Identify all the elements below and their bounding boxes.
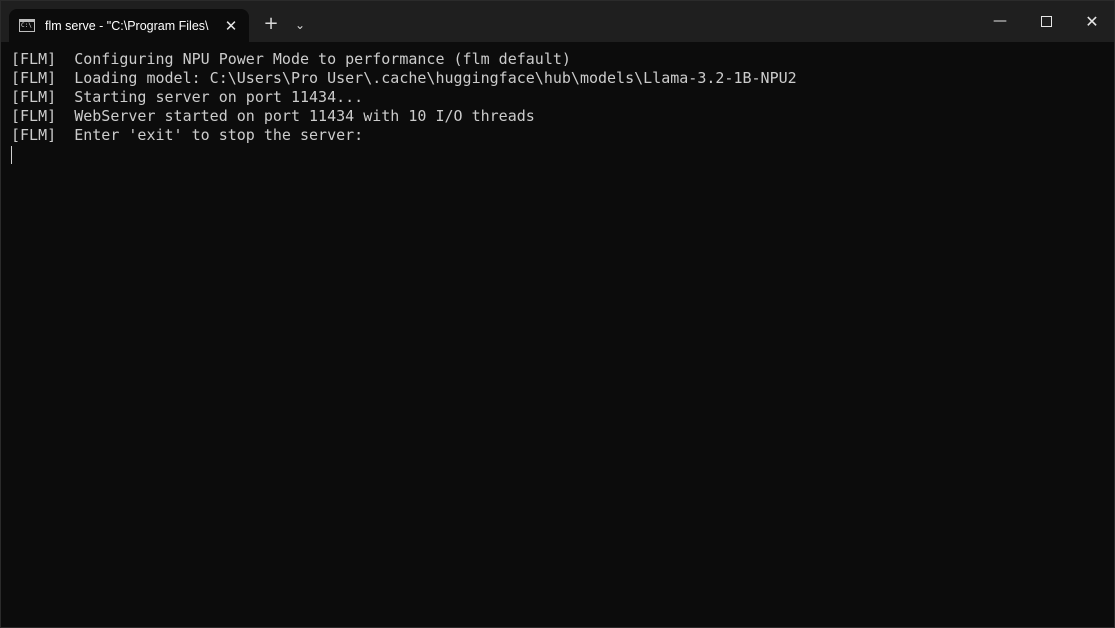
close-window-button[interactable]: ✕ [1069,1,1114,42]
chevron-down-icon[interactable]: ⌄ [290,14,310,36]
maximize-button[interactable] [1023,1,1069,42]
text-cursor [11,146,12,164]
terminal-line: [FLM] Loading model: C:\Users\Pro User\.… [11,69,797,87]
terminal-line: [FLM] WebServer started on port 11434 wi… [11,107,535,125]
terminal-line: [FLM] Enter 'exit' to stop the server: [11,126,364,144]
title-bar[interactable]: C:\ flm serve - "C:\Program Files\ ✕ + ⌄… [1,1,1114,42]
terminal-line: [FLM] Configuring NPU Power Mode to perf… [11,50,571,68]
minimize-button[interactable]: — [977,1,1023,42]
tab-title: flm serve - "C:\Program Files\ [45,19,209,33]
tab-flm-serve[interactable]: C:\ flm serve - "C:\Program Files\ ✕ [9,9,249,42]
terminal-icon: C:\ [19,19,35,32]
new-tab-button[interactable]: + [260,13,282,35]
terminal-output[interactable]: [FLM] Configuring NPU Power Mode to perf… [1,42,1114,627]
terminal-line: [FLM] Starting server on port 11434... [11,88,364,106]
terminal-window: C:\ flm serve - "C:\Program Files\ ✕ + ⌄… [0,0,1115,628]
tab-close-icon[interactable]: ✕ [221,16,241,36]
maximize-icon [1040,15,1052,27]
